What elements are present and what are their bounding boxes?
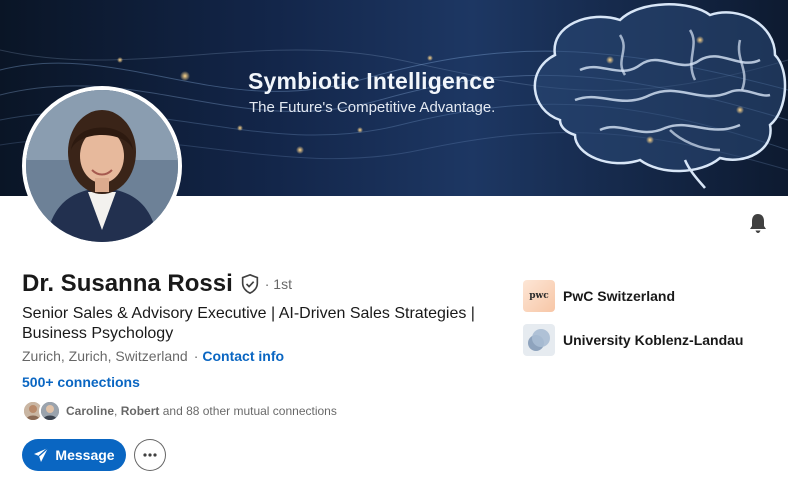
name-row: Dr. Susanna Rossi · 1st <box>22 270 292 298</box>
profile-photo[interactable] <box>22 86 182 246</box>
more-actions-button[interactable] <box>134 439 166 471</box>
contact-info-link[interactable]: Contact info <box>202 348 284 364</box>
mutual-avatar-robert <box>39 400 61 422</box>
org-item-pwc[interactable]: pwc PwC Switzerland <box>523 280 675 312</box>
university-logo <box>523 324 555 356</box>
message-button[interactable]: Message <box>22 439 126 471</box>
org-name-university: University Koblenz-Landau <box>563 332 744 348</box>
ellipsis-icon <box>143 453 157 457</box>
mutual-rest: and 88 other mutual connections <box>162 404 337 418</box>
profile-photo-image <box>26 90 178 242</box>
mutual-avatars <box>22 400 64 422</box>
profile-location: Zurich, Zurich, Switzerland <box>22 348 188 364</box>
brain-illustration <box>533 3 787 189</box>
message-button-label: Message <box>55 447 115 463</box>
mutual-name-2: Robert <box>120 404 160 418</box>
profile-name: Dr. Susanna Rossi <box>22 270 233 297</box>
connection-degree: · 1st <box>264 276 292 292</box>
location-row: Zurich, Zurich, Switzerland · Contact info <box>22 348 284 364</box>
mutual-comma: , <box>114 404 118 418</box>
mutual-connections-text: Caroline, Robert and 88 other mutual con… <box>66 404 337 418</box>
bell-icon[interactable] <box>746 211 770 235</box>
banner-title: Symbiotic Intelligence <box>248 68 496 94</box>
mutual-name-1: Caroline <box>66 404 115 418</box>
send-icon <box>34 447 49 462</box>
mutual-connections[interactable]: Caroline, Robert and 88 other mutual con… <box>22 400 337 422</box>
separator-dot: · <box>193 348 199 364</box>
pwc-logo-text: pwc <box>529 291 549 301</box>
org-name-pwc: PwC Switzerland <box>563 288 676 304</box>
banner-subtitle: The Future's Competitive Advantage. <box>249 99 496 116</box>
pwc-logo: pwc <box>523 280 555 312</box>
profile-headline: Senior Sales & Advisory Executive | AI-D… <box>22 305 475 342</box>
org-item-university[interactable]: University Koblenz-Landau <box>523 324 743 356</box>
verified-badge-icon[interactable] <box>239 273 261 295</box>
connections-link[interactable]: 500+ connections <box>22 374 140 390</box>
